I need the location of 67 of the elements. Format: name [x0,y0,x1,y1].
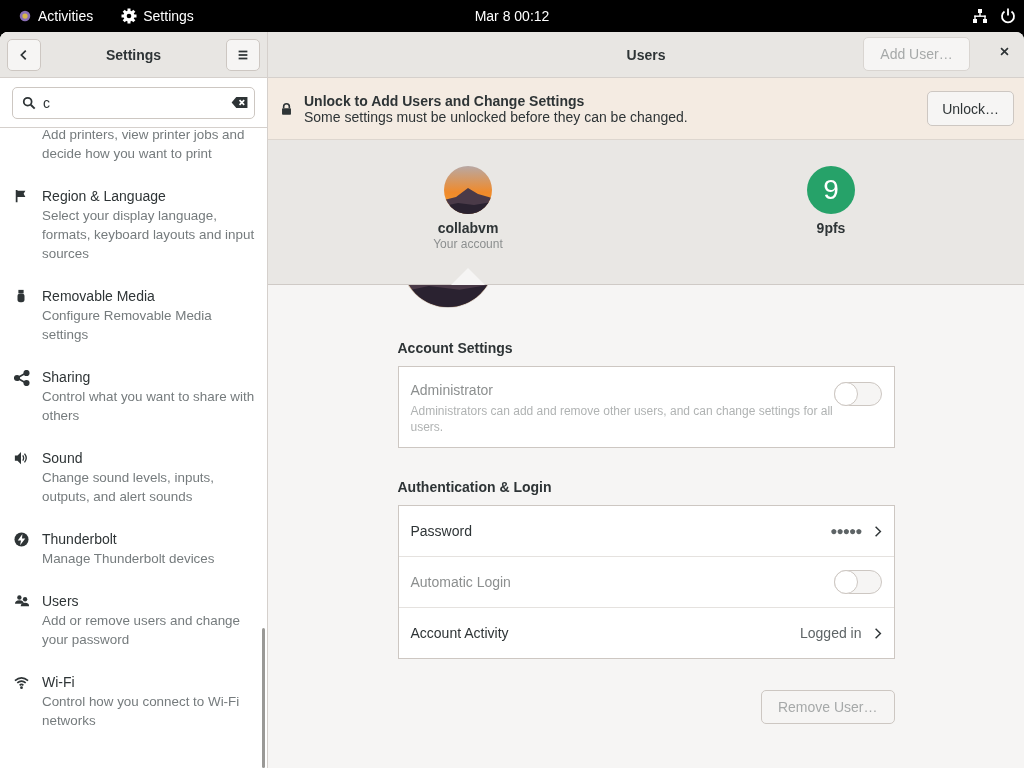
item-description: Select your display language, formats, keyboard layouts and input sources [42,207,256,263]
account-note: Your account [433,237,503,251]
close-button[interactable] [999,46,1010,57]
chevron-icon [873,626,882,640]
sidebar-item[interactable]: Region & Language Select your display language, formats, keyboard layouts and input sources [0,177,267,277]
info-title: Unlock to Add Users and Change Settings [304,92,586,109]
avatar-initial: 9 [807,166,855,214]
sidebar-item[interactable]: Sharing Control what you want to share with others [0,358,267,439]
item-title: Users [42,592,80,611]
share-icon [14,370,30,386]
activities-button[interactable]: Activities [18,8,94,24]
sidebar-item[interactable]: Removable Media Configure Removable Media settings [0,277,267,358]
sidebar-item[interactable]: Add printers, view printer jobs and decide how you want to print [0,128,267,177]
search-icon [22,96,36,110]
chevron-icon [873,524,882,538]
row-description: Administrators can add and remove other users, and can change settings for all users. [410,403,834,435]
flag-icon [14,189,28,203]
info-message: Some settings must be unlocked before they can be changed. [304,108,689,125]
row-label: Automatic Login [410,574,512,590]
item-title: Thunderbolt [42,530,118,549]
scrollbar[interactable] [262,628,265,768]
item-title: Sharing [42,368,92,387]
gear-icon [121,8,138,24]
clear-icon[interactable] [231,96,249,109]
item-description: Add or remove users and change your password [42,612,241,649]
item-description: Change sound levels, inputs, outputs, and alert sounds [42,469,215,506]
item-description: Control how you connect to Wi-Fi networks [42,693,241,730]
row-label: Administrator [410,382,494,398]
item-title: Wi-Fi [42,673,76,692]
lightning-icon [14,532,29,547]
app-menu[interactable]: Settings [121,8,194,24]
section-heading: Account Settings [397,340,514,356]
page-title: Users [626,46,666,63]
logo-icon [18,9,32,23]
section-heading: Authentication & Login [397,479,553,495]
unlock-button[interactable]: Unlock… [927,91,1014,126]
search-field[interactable]: c [12,87,255,119]
item-description: Add printers, view printer jobs and decide how you want to print [42,128,246,163]
sidebar-item[interactable]: Users Add or remove users and change your password [0,582,267,663]
users-icon [14,594,30,608]
account-name: collabvm [437,220,499,236]
row-value: ●●●●● [830,524,862,538]
sidebar-item[interactable]: Sound Change sound levels, inputs, outputs, and alert sounds [0,439,267,520]
item-description: Manage Thunderbolt devices [42,550,215,568]
row-label: Account Activity [410,625,510,641]
settings-row[interactable]: Account Activity Logged in [398,607,894,658]
speaker-icon [14,451,28,465]
sidebar-item[interactable]: Thunderbolt Manage Thunderbolt devices [0,520,267,582]
row-value: Logged in [800,625,862,641]
item-title: Region & Language [42,187,167,206]
row-label: Password [410,523,473,539]
lock-icon [280,101,293,116]
wifi-icon [14,675,29,690]
item-title: Removable Media [42,287,156,306]
network-icon[interactable] [972,8,988,24]
account-item[interactable]: 9 9pfs [776,140,886,284]
item-description: Configure Removable Media settings [42,307,213,344]
close-icon [999,46,1010,57]
sidebar-item[interactable]: Wi-Fi Control how you connect to Wi-Fi networks [0,663,267,744]
account-name: 9pfs [816,220,846,236]
power-icon[interactable] [1000,8,1016,24]
item-description: Control what you want to share with others [42,388,256,425]
menu-button[interactable] [226,38,260,71]
item-title: Sound [42,449,84,468]
sidebar-title: Settings [105,46,162,63]
clock[interactable]: Mar 8 00:12 [474,8,550,24]
settings-row[interactable]: Password ●●●●● [398,506,894,556]
